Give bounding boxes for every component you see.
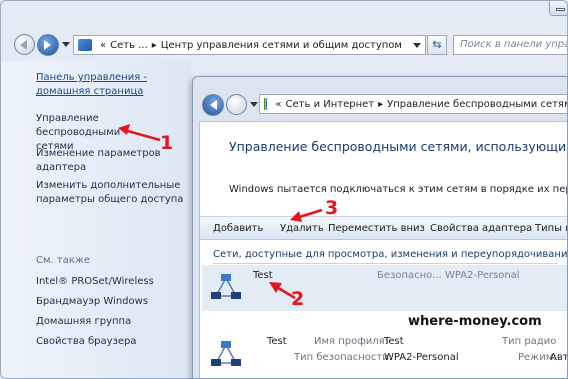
arrow-1-icon xyxy=(118,124,161,142)
annotation-number-3: 3 xyxy=(325,197,339,219)
annotation-number-1: 1 xyxy=(160,132,174,154)
arrow-3-icon xyxy=(290,208,323,222)
annotation-overlay xyxy=(118,124,323,300)
annotation-number-2: 2 xyxy=(291,288,305,310)
